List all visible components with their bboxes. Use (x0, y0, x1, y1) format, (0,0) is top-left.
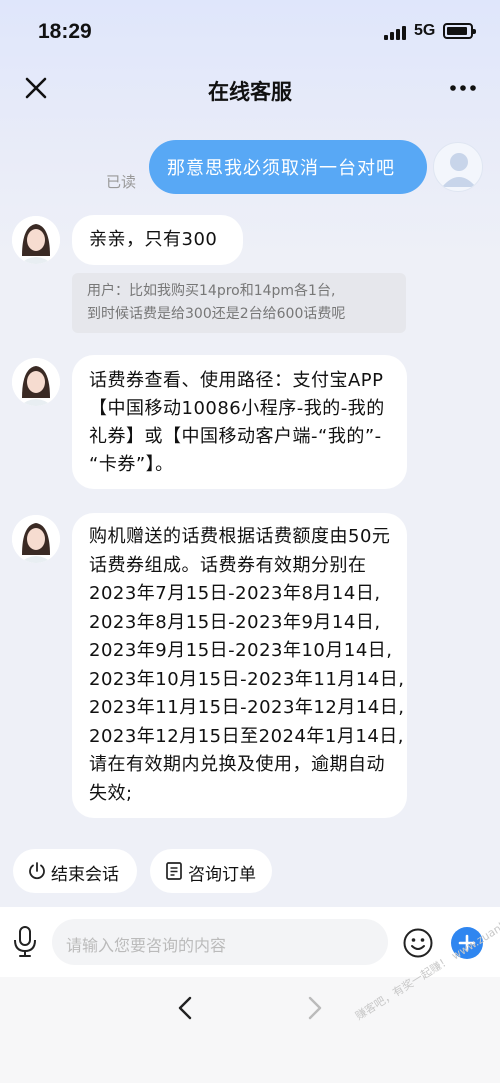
quoted-user-message: 用户：比如我购买14pro和14pm各1台, 到时候话费是给300还是2台给60… (72, 273, 406, 333)
agent-message-bubble: 亲亲，只有300 (72, 215, 243, 265)
quote-line: 到时候话费是给300还是2台给600话费呢 (87, 306, 346, 322)
nav-bar: 在线客服 (0, 62, 500, 118)
message-line: 话费券查看、使用路径：支付宝APP (89, 370, 384, 391)
user-message-text: 那意思我必须取消一台对吧 (167, 158, 395, 179)
message-input[interactable]: 请输入您要咨询的内容 (52, 919, 388, 965)
message-line: 2023年10月15日-2023年11月14日, (89, 668, 405, 690)
message-line: 请在有效期内兑换及使用，逾期自动 (89, 754, 385, 775)
status-time: 18:29 (38, 20, 92, 43)
message-line: 2023年11月15日-2023年12月14日, (89, 697, 405, 718)
battery-icon (443, 23, 476, 39)
message-line: “卡券”】。 (89, 454, 174, 475)
message-line: 2023年12月15日至2024年1月14日, (89, 725, 405, 747)
microphone-icon[interactable] (12, 924, 38, 958)
more-dots-icon[interactable] (448, 78, 478, 98)
message-line: 话费券组成。话费券有效期分别在 (89, 554, 367, 576)
message-line: 购机赠送的话费根据话费额度由50元 (89, 526, 391, 547)
power-icon (27, 861, 47, 881)
forward-arrow-icon[interactable] (304, 995, 326, 1021)
order-inquiry-label: 咨询订单 (188, 865, 256, 885)
end-chat-button[interactable]: 结束会话 (13, 849, 137, 893)
message-line: 2023年8月15日-2023年9月14日, (89, 611, 381, 633)
message-line: 失效; (89, 782, 133, 804)
emoji-icon[interactable] (402, 927, 434, 959)
message-line: 2023年7月15日-2023年8月14日, (89, 583, 381, 604)
browser-toolbar (0, 977, 500, 1083)
message-line: 礼券】或【中国移动客户端-“我的”- (89, 426, 382, 447)
order-inquiry-button[interactable]: 咨询订单 (150, 849, 272, 893)
signal-icon (384, 24, 406, 40)
user-message-bubble: 那意思我必须取消一台对吧 (149, 140, 427, 194)
agent-message-text: 亲亲，只有300 (89, 229, 218, 250)
agent-avatar[interactable] (12, 515, 60, 563)
agent-avatar[interactable] (12, 216, 60, 264)
message-line: 【中国移动10086小程序-我的-我的 (89, 398, 385, 419)
user-avatar[interactable] (433, 142, 483, 192)
page-title: 在线客服 (208, 80, 292, 104)
quote-line: 用户：比如我购买14pro和14pm各1台, (87, 283, 336, 299)
document-icon (164, 861, 184, 881)
message-line: 2023年9月15日-2023年10月14日, (89, 640, 393, 661)
read-status: 已读 (106, 173, 137, 191)
agent-avatar[interactable] (12, 358, 60, 406)
end-chat-label: 结束会话 (51, 865, 119, 885)
back-arrow-icon[interactable] (174, 995, 196, 1021)
network-type: 5G (414, 22, 436, 39)
status-bar: 18:29 5G (0, 0, 500, 62)
agent-message-bubble: 购机赠送的话费根据话费额度由50元 话费券组成。话费券有效期分别在 2023年7… (72, 513, 407, 818)
agent-message-bubble: 话费券查看、使用路径：支付宝APP 【中国移动10086小程序-我的-我的 礼券… (72, 355, 407, 489)
